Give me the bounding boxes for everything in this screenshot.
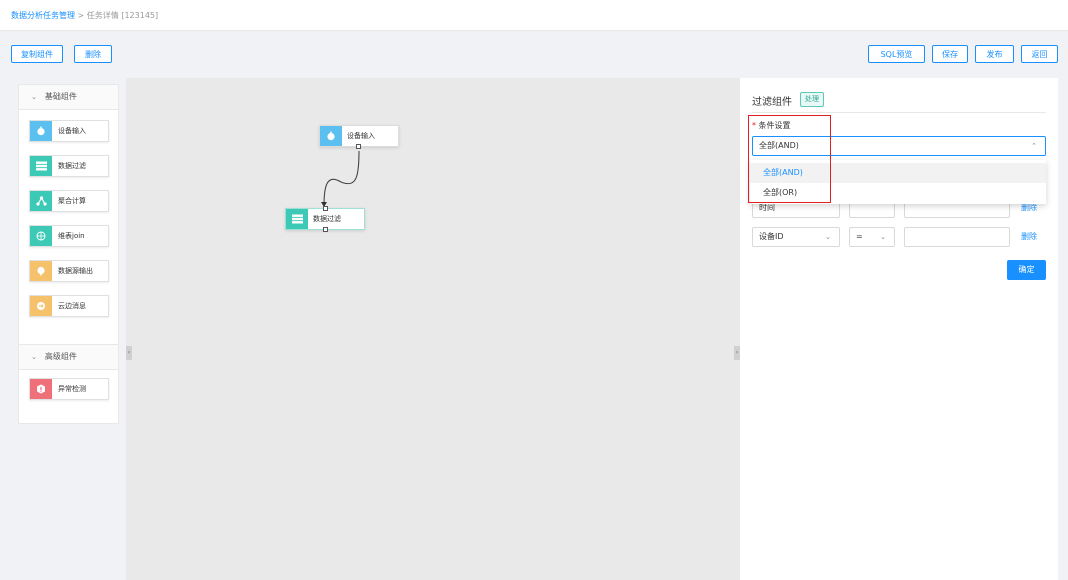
chevron-up-icon: ⌃	[1031, 142, 1037, 150]
basic-components-group[interactable]: ⌄ 基础组件	[19, 85, 118, 110]
output-port[interactable]	[356, 144, 361, 149]
flow-canvas[interactable]: 设备输入 数据过滤	[126, 78, 740, 580]
breadcrumb-current: 任务详情 [123145]	[86, 11, 159, 20]
palette-item[interactable]: 数据源输出	[29, 260, 109, 282]
value-input-row2[interactable]	[904, 227, 1010, 247]
basic-group-label: 基础组件	[44, 92, 77, 101]
chart-circle-icon	[30, 226, 52, 246]
save-button[interactable]: 保存	[932, 45, 968, 63]
palette-item[interactable]: 云边消息	[29, 295, 109, 317]
node-label: 数据过滤	[313, 215, 341, 223]
canvas-node-device-input[interactable]: 设备输入	[319, 125, 399, 149]
palette-item[interactable]: 维表join	[29, 225, 109, 247]
stopwatch-icon	[320, 126, 342, 146]
breadcrumb-separator: >	[75, 11, 87, 20]
copy-component-button[interactable]: 复制组件	[11, 45, 63, 63]
alert-box-icon	[30, 379, 52, 399]
chevron-down-icon: ⌄	[31, 93, 37, 101]
divider	[752, 112, 1046, 113]
palette-item-label: 数据过滤	[58, 162, 86, 170]
input-port[interactable]	[323, 206, 328, 211]
delete-row2-link[interactable]: 删除	[1021, 231, 1037, 242]
palette-item-label: 异常检测	[58, 385, 86, 393]
advanced-components-group[interactable]: ⌄ 高级组件	[19, 344, 118, 370]
nodes-icon	[30, 191, 52, 211]
palette-item[interactable]: 异常检测	[29, 378, 109, 400]
top-bar: 数据分析任务管理 > 任务详情 [123145]	[0, 0, 1068, 31]
node-label: 设备输入	[347, 132, 375, 140]
output-port[interactable]	[323, 227, 328, 232]
field-select-value: 设备ID	[759, 232, 784, 241]
panel-title: 过滤组件	[752, 97, 792, 108]
palette-item-label: 数据源输出	[58, 267, 93, 275]
sql-preview-button[interactable]: SQL预览	[868, 45, 925, 63]
highlight-box	[748, 115, 831, 203]
palette-item[interactable]: 设备输入	[29, 120, 109, 142]
pin-icon	[30, 261, 52, 281]
list-icon	[30, 156, 52, 176]
palette-item[interactable]: 数据过滤	[29, 155, 109, 177]
palette-item-label: 维表join	[58, 232, 85, 240]
canvas-node-data-filter[interactable]: 数据过滤	[285, 206, 365, 232]
chevron-down-icon: ⌄	[880, 233, 886, 241]
palette-item[interactable]: 聚合计算	[29, 190, 109, 212]
component-type-tag: 处理	[800, 92, 824, 107]
breadcrumb-parent-link[interactable]: 数据分析任务管理	[11, 11, 75, 20]
operator-value: =	[856, 232, 863, 241]
publish-button[interactable]: 发布	[975, 45, 1014, 63]
field-select-value: 时间	[759, 203, 775, 212]
collapse-left-panel-handle[interactable]: ‹	[126, 346, 132, 360]
chevron-down-icon: ⌄	[31, 353, 37, 361]
advanced-group-label: 高级组件	[44, 352, 77, 361]
operator-select-row2[interactable]: = ⌄	[849, 227, 895, 247]
confirm-button[interactable]: 确定	[1007, 260, 1046, 280]
back-button[interactable]: 返回	[1021, 45, 1058, 63]
connection-line[interactable]	[323, 150, 360, 207]
breadcrumb: 数据分析任务管理 > 任务详情 [123145]	[11, 10, 158, 21]
connection-layer	[321, 150, 360, 207]
chevron-down-icon: ⌄	[825, 233, 831, 241]
palette-item-label: 设备输入	[58, 127, 86, 135]
component-palette: ⌄ 基础组件 设备输入 数据过滤 聚合计算 维表join 数据源输出 云边消息 ⌄ 高级组件 …	[18, 84, 119, 424]
palette-item-label: 聚合计算	[58, 197, 86, 205]
stopwatch-icon	[30, 121, 52, 141]
message-icon	[30, 296, 52, 316]
delete-button[interactable]: 删除	[74, 45, 112, 63]
list-icon	[286, 209, 308, 229]
palette-item-label: 云边消息	[58, 302, 86, 310]
field-select-row2[interactable]: 设备ID ⌄	[752, 227, 840, 247]
